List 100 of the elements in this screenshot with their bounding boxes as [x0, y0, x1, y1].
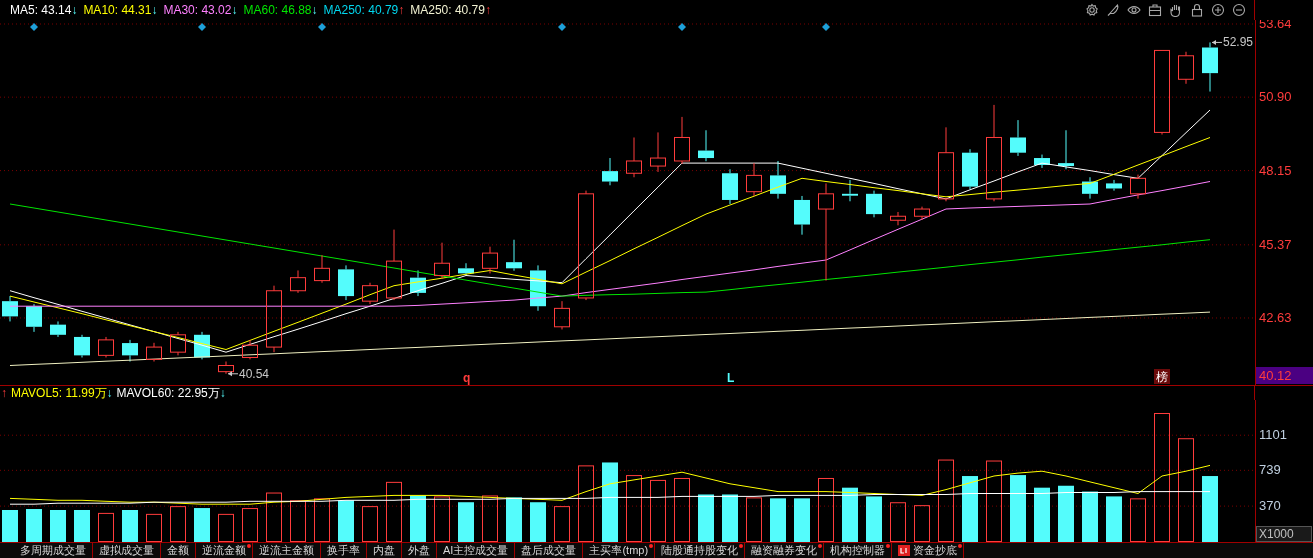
diamond-marker[interactable] [318, 23, 326, 31]
candlestick [650, 131, 666, 173]
lock-icon[interactable] [1190, 3, 1204, 17]
candlestick [458, 262, 474, 277]
settings-icon[interactable] [1085, 3, 1099, 17]
trend-arrow: ↓ [151, 2, 158, 19]
pointer-arrow [1211, 39, 1223, 45]
indicator-tab[interactable]: 陆股通持股变化 [655, 543, 746, 558]
zoom-in-icon[interactable] [1211, 3, 1225, 17]
indicator-tab[interactable]: 多周期成交量 [14, 543, 93, 558]
indicator-value: MAVOL60: 22.95万 [116, 385, 220, 402]
diamond-marker[interactable] [558, 23, 566, 31]
candlestick [98, 336, 114, 358]
candlestick [1178, 51, 1194, 85]
price-label: 42.63 [1259, 310, 1292, 325]
indicator-tab[interactable]: 逆流金额 [196, 543, 253, 558]
candlestick [890, 211, 906, 226]
eye-icon[interactable] [1127, 3, 1141, 17]
candlestick [722, 168, 738, 205]
candlestick [1010, 119, 1026, 157]
indicator-value: MA30: 43.02 [163, 2, 232, 19]
candlestick [1202, 41, 1218, 93]
indicator-tab[interactable]: 金额 [161, 543, 196, 558]
trend-arrow: ↓ [219, 385, 226, 402]
indicator-value: MA60: 46.88 [243, 2, 312, 19]
candlestick [602, 157, 618, 186]
candlestick [314, 254, 330, 284]
diamond-marker[interactable] [678, 23, 686, 31]
candlestick [674, 116, 690, 165]
unit-label: X1000 [1256, 526, 1312, 542]
candlestick [962, 148, 978, 190]
indicator-tab[interactable]: AI主控成交量 [437, 543, 516, 558]
candlestick [26, 303, 42, 333]
diamond-marker[interactable] [198, 23, 206, 31]
hand-icon[interactable] [1169, 3, 1183, 17]
indicator-tab[interactable]: 虚拟成交量 [93, 543, 161, 558]
candlestick [242, 339, 258, 360]
volume-label: 370 [1259, 498, 1281, 514]
candlestick [794, 195, 810, 236]
candlestick [698, 129, 714, 162]
rank-badge[interactable]: 榜 [1154, 369, 1170, 384]
indicator-tab[interactable]: 机构控制器 [824, 543, 893, 558]
indicator-value: MA250: 40.79 [410, 2, 485, 19]
trend-arrow: ↓ [231, 2, 238, 19]
price-label: 40.54 [239, 366, 270, 381]
diamond-marker[interactable] [822, 23, 830, 31]
indicator-value: MAVOL5: 11.99万 [11, 385, 107, 402]
candlestick [146, 342, 162, 362]
indicator-tab[interactable]: 主买率(tmp) [583, 543, 656, 558]
trend-arrow: ↓ [106, 385, 113, 402]
candlestick [386, 229, 402, 301]
event-letter[interactable]: q [463, 371, 471, 385]
price-label: 48.15 [1259, 162, 1292, 178]
briefcase-icon[interactable] [1148, 3, 1162, 17]
trend-arrow: ↑ [1, 385, 7, 402]
candlestick [290, 269, 306, 294]
indicator-tab[interactable]: 盘后成交量 [515, 543, 584, 558]
indicator-tab[interactable]: 融资融券变化 [745, 543, 825, 558]
candlestick [266, 285, 282, 353]
candlestick [2, 295, 18, 322]
trend-arrow: ↓ [311, 2, 318, 19]
indicator-value: MA10: 44.31 [83, 2, 152, 19]
candlestick [1082, 176, 1098, 200]
trend-arrow: ↑ [398, 2, 405, 19]
indicator-tab[interactable]: 换手率 [321, 543, 367, 558]
candlestick [1106, 179, 1122, 192]
candlestick [74, 334, 90, 358]
price-label: 45.37 [1259, 236, 1292, 252]
indicator-value: MA250: 40.79 [323, 2, 399, 19]
candlestick [842, 179, 858, 202]
indicator-tab[interactable]: 内盘 [367, 543, 402, 558]
candlestick [482, 246, 498, 274]
candlestick [1058, 129, 1074, 170]
candlestick [1130, 174, 1146, 200]
candlestick [554, 300, 570, 330]
candlestick [338, 264, 354, 301]
candlestick [170, 331, 186, 356]
zoom-out-icon[interactable] [1232, 3, 1246, 17]
price-label: 50.90 [1259, 89, 1292, 105]
event-letter[interactable]: L [727, 371, 735, 385]
pointer-arrow [227, 371, 239, 377]
candlestick [866, 190, 882, 218]
indicator-value: MA5: 43.14 [10, 2, 72, 19]
feather-icon[interactable] [1106, 3, 1120, 17]
indicator-tab[interactable]: 外盘 [402, 543, 437, 558]
indicator-tab[interactable]: 资金抄底 [892, 543, 965, 558]
candlestick [218, 361, 234, 375]
candlestick [746, 162, 762, 197]
diamond-marker[interactable] [30, 23, 38, 31]
current-price-label: 40.12 [1256, 367, 1313, 384]
candlestick [770, 160, 786, 200]
candlestick [362, 282, 378, 305]
candlestick [914, 206, 930, 221]
volume-label: 739 [1259, 462, 1281, 478]
indicator-tab[interactable]: 逆流主金额 [253, 543, 321, 558]
trend-arrow: ↑ [484, 2, 491, 19]
candlestick [50, 320, 66, 338]
candlestick [506, 239, 522, 272]
candlestick [122, 339, 138, 362]
candlestick [626, 137, 642, 178]
